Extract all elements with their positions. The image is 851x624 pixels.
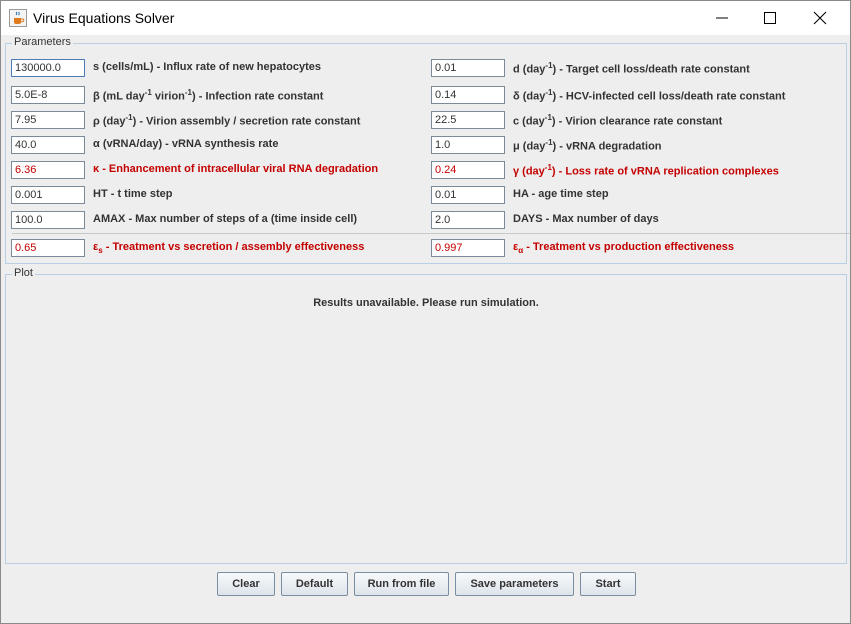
param-mu-label: μ (day-1) - vRNA degradation [513, 138, 662, 153]
param-c-label: c (day-1) - Virion clearance rate consta… [513, 113, 723, 128]
param-epsilon-alpha-label: εα - Treatment vs production effectivene… [513, 241, 735, 256]
param-days-label: DAYS - Max number of days [513, 213, 659, 225]
param-ht-input[interactable] [11, 186, 85, 204]
window-title: Virus Equations Solver [33, 10, 175, 26]
plot-panel: Plot Results unavailable. Please run sim… [5, 267, 847, 564]
param-s-label: s (cells/mL) - Influx rate of new hepato… [93, 61, 321, 73]
run-from-file-button[interactable]: Run from file [354, 572, 449, 596]
param-d-input[interactable] [431, 59, 505, 77]
param-delta-label: δ (day-1) - HCV-infected cell loss/death… [513, 88, 786, 103]
param-epsilon-s-label: εs - Treatment vs secretion / assembly e… [93, 241, 365, 256]
default-button[interactable]: Default [281, 572, 348, 596]
param-epsilon-s-input[interactable] [11, 239, 85, 257]
param-ht-label: HT - t time step [93, 188, 173, 200]
title-bar[interactable]: Virus Equations Solver [1, 1, 850, 35]
param-amax-input[interactable] [11, 211, 85, 229]
param-gamma-input[interactable] [431, 161, 505, 179]
param-kappa-label: κ - Enhancement of intracellular viral R… [93, 163, 379, 175]
maximize-button[interactable] [746, 1, 794, 35]
param-gamma-label: γ (day-1) - Loss rate of vRNA replicatio… [513, 163, 779, 178]
maximize-icon [764, 12, 776, 24]
param-kappa-input[interactable] [11, 161, 85, 179]
param-delta-input[interactable] [431, 86, 505, 104]
plot-title: Plot [12, 267, 35, 279]
param-alpha-label: α (vRNA/day) - vRNA synthesis rate [93, 138, 279, 150]
param-epsilon-alpha-input[interactable] [431, 239, 505, 257]
plot-status-message: Results unavailable. Please run simulati… [313, 297, 539, 309]
parameters-panel: Parameters s (cells/mL) - Influx rate of… [5, 36, 850, 264]
param-beta-input[interactable] [11, 86, 85, 104]
param-c-input[interactable] [431, 111, 505, 129]
minimize-icon [716, 17, 728, 19]
java-cup-icon [9, 9, 27, 27]
param-d-label: d (day-1) - Target cell loss/death rate … [513, 61, 750, 76]
close-button[interactable] [796, 1, 844, 35]
minimize-button[interactable] [698, 1, 746, 35]
param-beta-label: β (mL day-1 virion-1) - Infection rate c… [93, 88, 324, 103]
app-window: Virus Equations Solver Parameters s (cel… [0, 0, 851, 624]
param-amax-label: AMAX - Max number of steps of a (time in… [93, 213, 358, 225]
save-parameters-button[interactable]: Save parameters [455, 572, 574, 596]
param-alpha-input[interactable] [11, 136, 85, 154]
param-rho-input[interactable] [11, 111, 85, 129]
param-rho-label: ρ (day-1) - Virion assembly / secretion … [93, 113, 361, 128]
param-ha-label: HA - age time step [513, 188, 609, 200]
param-s-input[interactable] [11, 59, 85, 77]
parameters-separator [12, 233, 850, 234]
clear-button[interactable]: Clear [217, 572, 275, 596]
param-mu-input[interactable] [431, 136, 505, 154]
parameters-title: Parameters [12, 36, 73, 48]
start-button[interactable]: Start [580, 572, 636, 596]
param-ha-input[interactable] [431, 186, 505, 204]
param-days-input[interactable] [431, 211, 505, 229]
close-icon [813, 11, 827, 25]
